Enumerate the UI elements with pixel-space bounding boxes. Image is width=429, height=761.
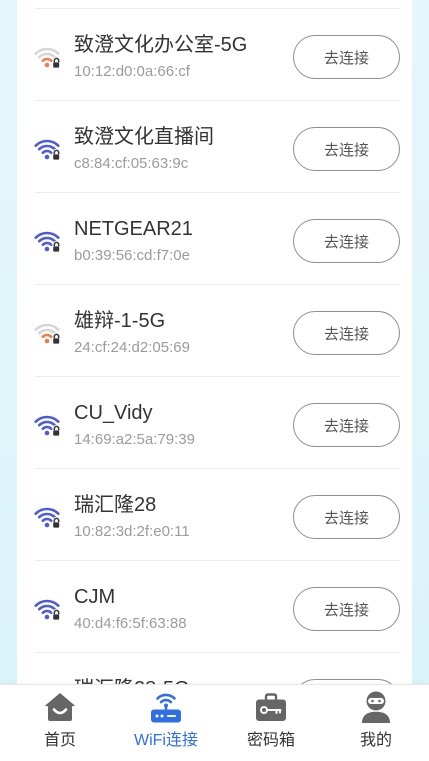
divider [35,376,400,377]
network-name: 雄辩-1-5G [74,310,166,332]
divider [35,100,400,101]
divider [35,8,400,9]
tab-label: 首页 [43,732,76,749]
network-mac: 14:69:a2:5a:79:39 [74,431,195,448]
network-mac: 10:12:d0:0a:66:cf [74,63,190,80]
bottom-tab-bar: 首页 WiFi连接 密码箱 我的 [0,684,429,761]
profile-icon [362,691,390,723]
wifi-lock-icon [34,415,61,437]
wifi-list-item[interactable]: CU_Vidy 14:69:a2:5a:79:39 去连接 [17,376,412,468]
wifi-lock-icon [34,323,61,345]
divider [35,560,400,561]
wifi-list-item[interactable]: 瑞汇隆28 10:82:3d:2f:e0:11 去连接 [17,468,412,560]
connect-button[interactable]: 去连接 [293,495,400,539]
divider [35,192,400,193]
lock-icon [52,516,61,529]
tab-password-box[interactable]: 密码箱 [218,685,324,761]
wifi-list-item[interactable]: 致澄文化直播间 c8:84:cf:05:63:9c 去连接 [17,100,412,192]
network-mac: 24:cf:24:d2:05:69 [74,339,190,356]
tab-profile[interactable]: 我的 [323,685,429,761]
wifi-lock-icon [34,139,61,161]
network-name: 致澄文化办公室-5G [74,34,248,56]
lock-icon [52,608,61,621]
wifi-list-card: 致澄文化办公室-5G 10:12:d0:0a:66:cf 去连接 致澄文化直播间… [17,0,412,760]
tab-label: WiFi连接 [134,732,198,749]
divider [35,284,400,285]
lock-icon [52,148,61,161]
wifi-lock-icon [34,47,61,69]
network-mac: 10:82:3d:2f:e0:11 [74,523,190,540]
connect-button[interactable]: 去连接 [293,403,400,447]
wifi-list-item[interactable]: CJM 40:d4:f6:5f:63:88 去连接 [17,560,412,652]
network-name: 瑞汇隆28 [74,494,157,516]
connect-button[interactable]: 去连接 [293,35,400,79]
divider [35,652,400,653]
tab-wifi-connect[interactable]: WiFi连接 [113,685,219,761]
wifi-lock-icon [34,599,61,621]
lock-icon [52,240,61,253]
divider [35,468,400,469]
router-icon [151,693,181,723]
connect-button[interactable]: 去连接 [293,311,400,355]
connect-button[interactable]: 去连接 [293,219,400,263]
network-name: 致澄文化直播间 [74,126,214,148]
network-name: NETGEAR21 [74,218,193,240]
lock-icon [52,332,61,345]
wifi-list-item[interactable]: 致澄文化办公室-5G 10:12:d0:0a:66:cf 去连接 [17,8,412,100]
network-name: CU_Vidy [74,402,153,424]
wifi-list-item[interactable]: NETGEAR21 b0:39:56:cd:f7:0e 去连接 [17,192,412,284]
connect-button[interactable]: 去连接 [293,127,400,171]
lock-icon [52,56,61,69]
lock-icon [52,424,61,437]
tab-home[interactable]: 首页 [7,685,113,761]
briefcase-key-icon [256,693,286,721]
tab-label: 我的 [359,732,392,749]
wifi-list-item[interactable]: 雄辩-1-5G 24:cf:24:d2:05:69 去连接 [17,284,412,376]
home-icon [45,693,75,721]
connect-button[interactable]: 去连接 [293,587,400,631]
network-mac: b0:39:56:cd:f7:0e [74,247,190,264]
wifi-lock-icon [34,507,61,529]
tab-label: 密码箱 [246,732,295,749]
network-mac: 40:d4:f6:5f:63:88 [74,615,187,632]
network-name: CJM [74,586,116,608]
network-mac: c8:84:cf:05:63:9c [74,155,189,172]
wifi-lock-icon [34,231,61,253]
